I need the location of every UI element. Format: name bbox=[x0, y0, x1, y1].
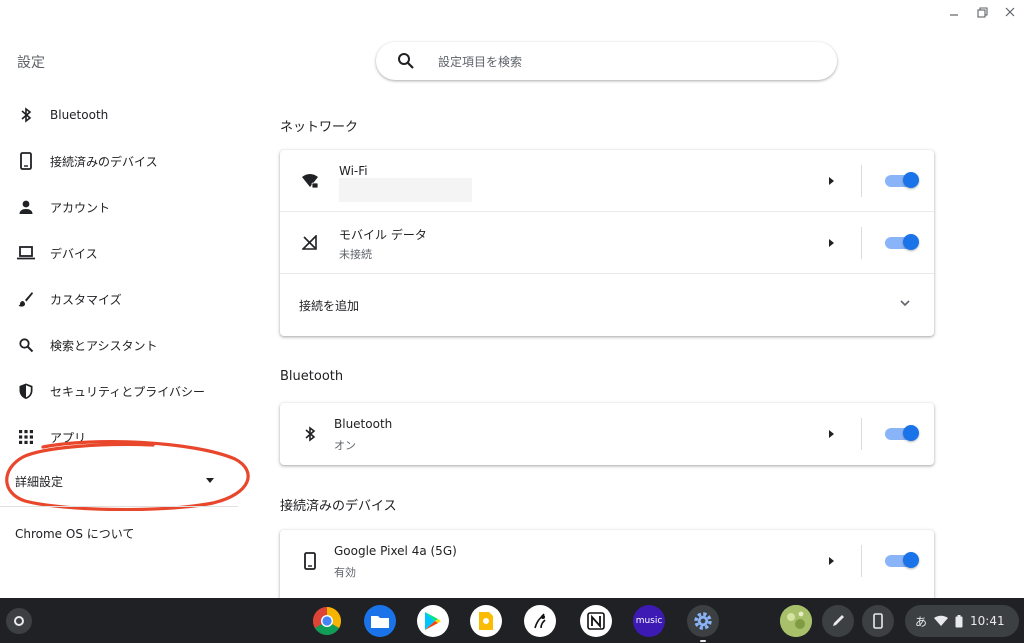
bluetooth-row[interactable]: Bluetooth オン bbox=[280, 403, 934, 465]
settings-window: 設定 設定項目を検索 Bluetooth 接続済みのデバイス アカウント デバイ… bbox=[0, 0, 1024, 598]
sidebar-item-label: 接続済みのデバイス bbox=[50, 154, 158, 169]
kindle-app-icon[interactable] bbox=[524, 605, 556, 637]
shelf: music あ 10:41 bbox=[0, 598, 1024, 643]
wifi-label: Wi-Fi bbox=[339, 164, 368, 178]
arrow-right-icon[interactable] bbox=[829, 430, 834, 438]
battery-icon bbox=[955, 614, 963, 627]
search-box[interactable]: 設定項目を検索 bbox=[376, 42, 837, 80]
section-title-network: ネットワーク bbox=[280, 120, 359, 135]
notion-app-icon[interactable] bbox=[580, 605, 612, 637]
pixel-device-row[interactable]: Google Pixel 4a (5G) 有効 bbox=[280, 530, 934, 592]
phone-icon bbox=[873, 613, 883, 629]
chrome-app-icon[interactable] bbox=[311, 605, 343, 637]
status-tray[interactable]: あ 10:41 bbox=[905, 605, 1019, 637]
sidebar: Bluetooth 接続済みのデバイス アカウント デバイス カスタマイズ 検索… bbox=[0, 92, 238, 460]
row-divider bbox=[861, 227, 862, 259]
device-name: Google Pixel 4a (5G) bbox=[334, 544, 457, 558]
minimize-icon[interactable] bbox=[946, 4, 962, 20]
keep-app-icon[interactable] bbox=[470, 605, 502, 637]
sidebar-item-device[interactable]: デバイス bbox=[0, 230, 238, 276]
mobile-data-toggle[interactable] bbox=[885, 234, 919, 250]
add-connection-label: 接続を追加 bbox=[299, 299, 360, 313]
section-title-bluetooth: Bluetooth bbox=[280, 369, 344, 384]
launcher-icon bbox=[14, 616, 24, 626]
section-title-connected-devices: 接続済みのデバイス bbox=[280, 499, 397, 514]
connected-devices-card: Google Pixel 4a (5G) 有効 bbox=[280, 530, 934, 598]
bluetooth-status: オン bbox=[334, 439, 356, 452]
arrow-right-icon[interactable] bbox=[829, 177, 834, 185]
avatar[interactable] bbox=[780, 605, 812, 637]
amazon-music-app-icon[interactable]: music bbox=[633, 605, 665, 637]
device-toggle[interactable] bbox=[885, 552, 919, 568]
chevron-down-icon[interactable] bbox=[898, 296, 912, 310]
phone-hub-button[interactable] bbox=[862, 605, 894, 637]
pen-icon bbox=[833, 615, 844, 626]
mobile-data-row[interactable]: モバイル データ 未接続 bbox=[280, 212, 934, 274]
settings-app-icon[interactable] bbox=[687, 605, 719, 642]
brush-icon bbox=[16, 289, 36, 309]
wifi-icon bbox=[934, 615, 949, 626]
arrow-right-icon[interactable] bbox=[829, 557, 834, 565]
mobile-data-label: モバイル データ bbox=[339, 228, 427, 242]
stylus-tools-button[interactable] bbox=[822, 605, 854, 637]
page-title: 設定 bbox=[17, 55, 45, 71]
music-label: music bbox=[635, 616, 663, 626]
sidebar-divider bbox=[0, 506, 238, 507]
restore-icon[interactable] bbox=[974, 4, 990, 20]
sidebar-item-label: デバイス bbox=[50, 246, 98, 261]
window-controls bbox=[946, 4, 1018, 20]
device-status: 有効 bbox=[334, 566, 356, 579]
sidebar-item-account[interactable]: アカウント bbox=[0, 184, 238, 230]
sidebar-item-label: アカウント bbox=[50, 200, 111, 215]
sidebar-item-label: セキュリティとプライバシー bbox=[50, 384, 206, 399]
wifi-row[interactable]: Wi-Fi bbox=[280, 150, 934, 212]
bluetooth-icon bbox=[16, 105, 36, 125]
search-icon bbox=[16, 335, 36, 355]
sidebar-item-label: カスタマイズ bbox=[50, 292, 122, 307]
play-store-app-icon[interactable] bbox=[417, 605, 449, 637]
bluetooth-card: Bluetooth オン bbox=[280, 403, 934, 465]
wifi-toggle[interactable] bbox=[885, 172, 919, 188]
wifi-lock-icon bbox=[300, 171, 320, 191]
row-divider bbox=[861, 545, 862, 577]
clock-time: 10:41 bbox=[970, 614, 1005, 628]
launcher-button[interactable] bbox=[6, 608, 32, 634]
sidebar-item-search-assistant[interactable]: 検索とアシスタント bbox=[0, 322, 238, 368]
sidebar-item-label: 検索とアシスタント bbox=[50, 338, 158, 353]
row-divider bbox=[861, 165, 862, 197]
annotation-circle bbox=[5, 440, 250, 511]
bluetooth-label: Bluetooth bbox=[334, 417, 393, 431]
bluetooth-toggle[interactable] bbox=[885, 425, 919, 441]
sidebar-item-label: Bluetooth bbox=[50, 108, 109, 122]
about-chrome-os-link[interactable]: Chrome OS について bbox=[15, 525, 134, 542]
mobile-data-status: 未接続 bbox=[339, 248, 372, 261]
row-divider bbox=[861, 418, 862, 450]
add-connection-row[interactable]: 接続を追加 bbox=[280, 274, 934, 336]
network-card: Wi-Fi モバイル データ 未接続 接続を追加 bbox=[280, 150, 934, 336]
laptop-icon bbox=[16, 243, 36, 263]
cellular-off-icon bbox=[300, 233, 320, 253]
sidebar-item-personalization[interactable]: カスタマイズ bbox=[0, 276, 238, 322]
search-input[interactable]: 設定項目を検索 bbox=[438, 53, 522, 70]
close-icon[interactable] bbox=[1002, 4, 1018, 20]
wifi-network-name-redacted bbox=[339, 178, 472, 202]
search-icon bbox=[396, 51, 416, 71]
arrow-right-icon[interactable] bbox=[829, 239, 834, 247]
ime-indicator: あ bbox=[915, 614, 928, 629]
files-app-icon[interactable] bbox=[364, 605, 396, 637]
shield-icon bbox=[16, 381, 36, 401]
phone-icon bbox=[300, 551, 320, 571]
sidebar-item-bluetooth[interactable]: Bluetooth bbox=[0, 92, 238, 138]
sidebar-item-security[interactable]: セキュリティとプライバシー bbox=[0, 368, 238, 414]
bluetooth-icon bbox=[300, 424, 320, 444]
person-icon bbox=[16, 197, 36, 217]
phone-icon bbox=[16, 151, 36, 171]
sidebar-item-connected-devices[interactable]: 接続済みのデバイス bbox=[0, 138, 238, 184]
